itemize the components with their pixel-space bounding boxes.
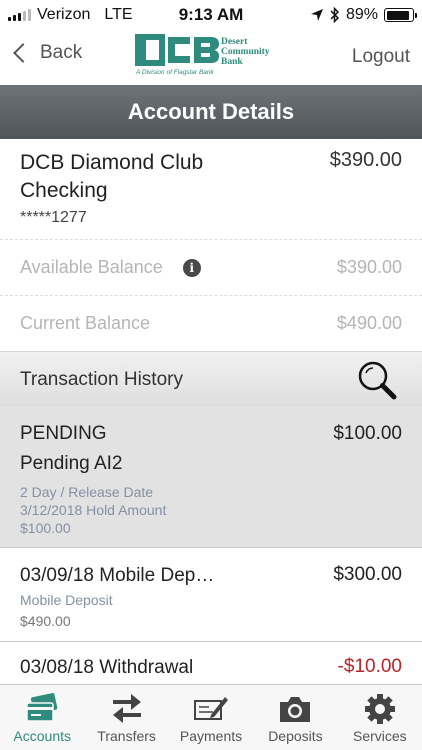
search-icon[interactable] <box>356 359 398 401</box>
account-name: DCB Diamond Club Checking <box>20 151 204 202</box>
page-title: Account Details <box>127 99 295 124</box>
tab-label: Transfers <box>97 728 156 744</box>
card-icon <box>26 693 58 722</box>
tab-bar: Accounts Transfers Payments Deposits Ser… <box>0 684 422 750</box>
tab-deposits[interactable]: Deposits <box>253 685 337 750</box>
available-balance-label: Available Balance <box>20 257 163 277</box>
current-balance-row: Current Balance $490.00 <box>0 295 422 351</box>
bank-logo: Desert Community Bank A Division of Flag… <box>135 34 270 76</box>
transaction-detail: $100.00 <box>20 520 71 536</box>
account-number: *****1277 <box>20 209 87 226</box>
tab-label: Payments <box>179 728 243 744</box>
transaction-amount: -$10.00 <box>337 656 402 677</box>
logo-name-line1: Desert <box>221 37 248 47</box>
transaction-balance: $490.00 <box>20 613 71 629</box>
logo-name-line3: Bank <box>221 57 243 67</box>
check-pen-icon <box>194 697 229 720</box>
logo-name-line2: Community <box>221 47 270 57</box>
location-arrow-icon <box>310 9 323 21</box>
transaction-item[interactable]: 03/09/18 Mobile Dep… Mobile Deposit $490… <box>0 548 422 642</box>
transaction-history-bar: Transaction History <box>0 351 422 407</box>
status-indicators: 89% <box>310 6 417 24</box>
logo-tagline: A Division of Flagstar Bank <box>135 69 215 76</box>
back-button[interactable]: Back <box>10 42 82 64</box>
logout-button[interactable]: Logout <box>352 46 410 68</box>
status-bar: Verizon LTE 9:13 AM 89% <box>0 0 422 30</box>
gear-icon <box>364 694 395 724</box>
transaction-item-pending[interactable]: PENDING Pending AI2 2 Day / Release Date… <box>0 407 422 548</box>
bluetooth-icon <box>330 7 340 23</box>
tab-accounts[interactable]: Accounts <box>0 685 84 750</box>
tab-label: Services <box>352 728 407 744</box>
tab-services[interactable]: Services <box>338 685 422 750</box>
account-amount: $390.00 <box>329 149 402 171</box>
transaction-item[interactable]: 03/08/18 Withdrawal -$10.00 <box>0 642 422 686</box>
tab-label: Accounts <box>13 728 71 744</box>
tab-label: Deposits <box>268 728 323 744</box>
account-summary: DCB Diamond Club Checking *****1277 $390… <box>0 139 422 239</box>
available-balance-row: Available Balance i $390.00 <box>0 239 422 295</box>
current-balance-label: Current Balance <box>20 313 151 333</box>
tab-transfers[interactable]: Transfers <box>84 685 168 750</box>
camera-icon <box>280 697 311 722</box>
transaction-amount: $300.00 <box>333 564 402 585</box>
transaction-amount: $100.00 <box>333 423 402 444</box>
page-header: Account Details <box>0 85 422 139</box>
transaction-detail: Mobile Deposit <box>20 592 113 608</box>
battery-icon <box>384 8 417 22</box>
back-label: Back <box>40 42 83 63</box>
chevron-left-icon <box>13 43 33 63</box>
transaction-description: Pending AI2 <box>20 453 123 474</box>
tab-payments[interactable]: Payments <box>169 685 253 750</box>
transaction-history-title: Transaction History <box>20 368 183 390</box>
current-balance-value: $490.00 <box>336 313 402 333</box>
transaction-detail: 3/12/2018 Hold Amount <box>20 502 167 518</box>
battery-percent: 89% <box>345 6 378 23</box>
transaction-detail: 2 Day / Release Date <box>20 484 154 500</box>
available-balance-value: $390.00 <box>336 257 402 277</box>
info-icon[interactable]: i <box>182 258 201 277</box>
battery-level <box>386 10 409 20</box>
transfer-arrows-icon <box>112 694 141 723</box>
navigation-bar: Back Desert Community Bank A Division of… <box>0 30 422 85</box>
